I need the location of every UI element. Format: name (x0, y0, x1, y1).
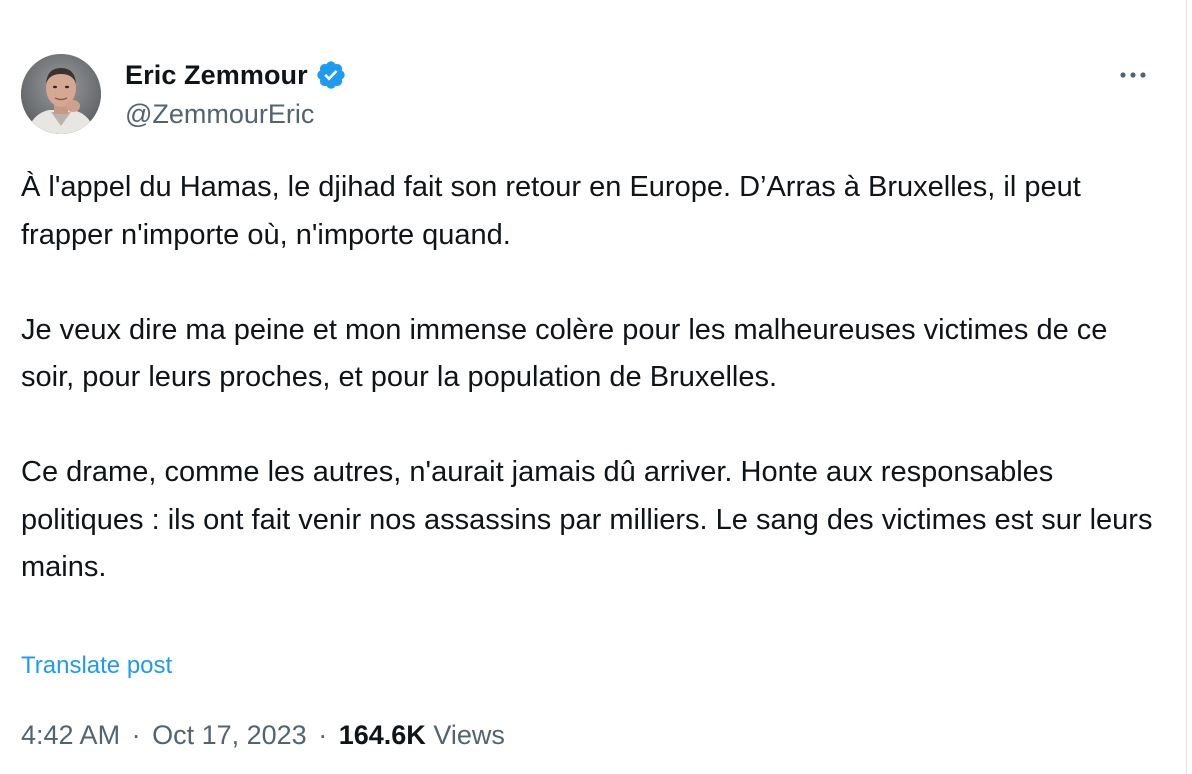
translate-post-link[interactable]: Translate post (21, 648, 172, 684)
avatar[interactable] (21, 54, 101, 134)
author-name-row[interactable]: Eric Zemmour (125, 57, 347, 93)
views-count[interactable]: 164.6K (339, 720, 426, 750)
avatar-photo (21, 54, 101, 134)
author-handle[interactable]: @ZemmourEric (125, 96, 314, 132)
views-label: Views (433, 720, 505, 750)
author-display-name[interactable]: Eric Zemmour (125, 57, 308, 93)
tweet-meta: 4:42 AM · Oct 17, 2023 · 164.6K Views (21, 716, 505, 754)
meta-separator: · (131, 720, 141, 750)
more-options-button[interactable] (1112, 58, 1154, 92)
tweet-text: À l'appel du Hamas, le djihad fait son r… (21, 164, 1161, 592)
tweet-card: Eric Zemmour @ZemmourEric À l'appel du H… (0, 0, 1187, 774)
verified-badge-icon[interactable] (315, 59, 347, 91)
post-time[interactable]: 4:42 AM (21, 720, 120, 750)
tweet-paragraph-2: Je veux dire ma peine et mon immense col… (21, 313, 1108, 394)
tweet-paragraph-3: Ce drame, comme les autres, n'aurait jam… (21, 456, 1153, 583)
more-horizontal-icon (1120, 72, 1146, 78)
post-date[interactable]: Oct 17, 2023 (152, 720, 307, 750)
meta-separator: · (318, 720, 328, 750)
tweet-paragraph-1: À l'appel du Hamas, le djihad fait son r… (21, 171, 1081, 251)
